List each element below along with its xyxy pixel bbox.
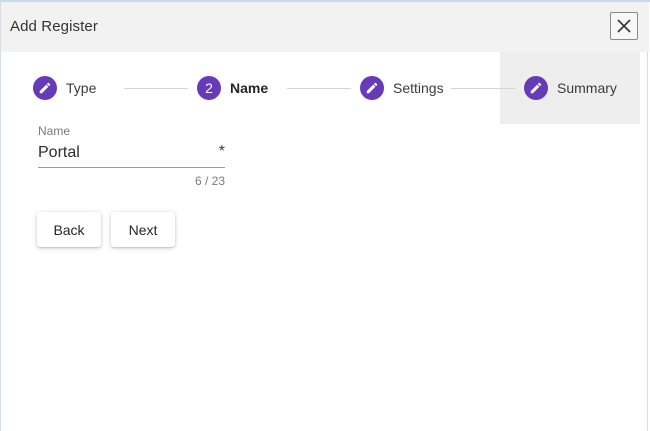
add-register-dialog: Add Register Type 2 Name Settings Summar… <box>0 0 650 431</box>
step-label-summary: Summary <box>557 80 617 96</box>
step-number-badge: 2 <box>197 76 221 100</box>
name-input[interactable]: Portal * <box>38 143 225 168</box>
step-summary[interactable]: Summary <box>524 76 617 100</box>
pencil-icon <box>39 82 51 94</box>
pencil-icon <box>366 82 378 94</box>
step-circle <box>33 76 57 100</box>
pencil-icon <box>530 82 542 94</box>
step-circle <box>524 76 548 100</box>
step-label-type: Type <box>66 80 97 96</box>
step-connector <box>451 88 515 89</box>
step-connector <box>124 88 188 89</box>
step-name[interactable]: 2 Name <box>197 76 268 100</box>
dialog-title: Add Register <box>10 18 98 35</box>
step-label-name: Name <box>230 80 269 96</box>
step-connector <box>287 88 351 89</box>
step-settings[interactable]: Settings <box>360 76 444 100</box>
character-counter: 6 / 23 <box>194 174 225 188</box>
close-button[interactable] <box>610 12 638 40</box>
step-circle <box>360 76 384 100</box>
step-label-settings: Settings <box>393 80 444 96</box>
name-field: Name Portal * 6 / 23 <box>38 123 225 188</box>
name-input-value: Portal <box>38 144 80 161</box>
required-marker: * <box>218 143 225 160</box>
back-button[interactable]: Back <box>37 212 101 247</box>
step-type[interactable]: Type <box>33 76 96 100</box>
name-field-label: Name <box>38 124 71 138</box>
dialog-titlebar: Add Register <box>1 2 649 52</box>
close-icon <box>617 19 631 33</box>
next-button[interactable]: Next <box>111 212 175 247</box>
